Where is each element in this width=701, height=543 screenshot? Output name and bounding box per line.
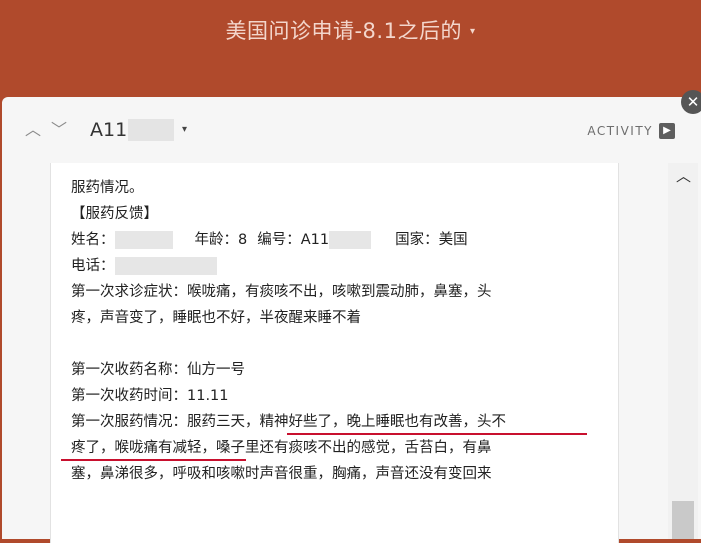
card-id[interactable]: A11: [90, 117, 127, 143]
content-text: 第一次服药情况：服药三天，精神好些了，晚上睡眠也有改善，头不: [71, 414, 506, 430]
card-id-dropdown-icon[interactable]: ▾: [182, 121, 187, 139]
activity-panel-icon: ▶: [659, 123, 675, 139]
number-label: 编号：A11: [257, 232, 330, 248]
vertical-scrollbar[interactable]: ︿: [668, 163, 698, 539]
content-line: 第一次求诊症状：喉咙痛，有痰咳不出，咳嗽到震动肺，鼻塞，头: [71, 279, 601, 305]
card-content-text: 服药情况。 【服药反馈】 姓名： 年龄：8 编号：A11 国家：美国 电话： 第一次求…: [61, 175, 601, 487]
content-line: 第一次收药时间：11.11: [71, 383, 601, 409]
content-line: 第一次服药情况：服药三天，精神好些了，晚上睡眠也有改善，头不: [71, 409, 601, 435]
board-header: 美国问诊申请-8.1之后的 ▾: [0, 0, 701, 96]
content-text: 第一次收药时间：11.11: [71, 388, 229, 404]
phone-redaction: [114, 257, 217, 275]
card-content-editor[interactable]: 服药情况。 【服药反馈】 姓名： 年龄：8 编号：A11 国家：美国 电话： 第一次求…: [50, 163, 619, 543]
card-topbar: ︿ ﹀ A11 ▾ ACTIVITY ▶: [2, 97, 701, 163]
content-text: 服药情况。: [71, 180, 144, 196]
scroll-up-icon[interactable]: ︿: [676, 169, 691, 184]
content-line: 【服药反馈】: [71, 201, 601, 227]
country-text: 国家：美国: [395, 232, 468, 248]
content-text: 第一次收药名称：仙方一号: [71, 362, 245, 378]
board-title-wrap[interactable]: 美国问诊申请-8.1之后的 ▾: [0, 14, 701, 49]
content-text: 疼了，喉咙痛有减轻，嗓子里还有痰咳不出的感觉，舌苔白，有鼻: [71, 440, 492, 456]
age-text: 年龄：8: [194, 232, 248, 248]
phone-label: 电话：: [71, 258, 115, 274]
previous-card-icon[interactable]: ︿: [24, 121, 42, 139]
board-title[interactable]: 美国问诊申请-8.1之后的: [225, 19, 461, 43]
activity-button[interactable]: ACTIVITY ▶: [587, 121, 675, 141]
content-line: 服药情况。: [71, 175, 601, 201]
content-line: 塞，鼻涕很多，呼吸和咳嗽时声音很重，胸痛，声音还没有变回来: [71, 461, 601, 487]
scrollbar-thumb[interactable]: [672, 501, 694, 539]
name-label: 姓名：: [71, 232, 115, 248]
content-line: 疼了，喉咙痛有减轻，嗓子里还有痰咳不出的感觉，舌苔白，有鼻: [61, 435, 601, 461]
info-line-name: 姓名： 年龄：8 编号：A11 国家：美国: [71, 227, 601, 253]
content-text: 疼，声音变了，睡眠也不好，半夜醒来睡不着: [71, 310, 361, 326]
board-title-dropdown-icon[interactable]: ▾: [470, 15, 476, 49]
content-text: 塞，鼻涕很多，呼吸和咳嗽时声音很重，胸痛，声音还没有变回来: [71, 466, 492, 482]
content-text: 【服药反馈】: [71, 206, 158, 222]
content-line: 第一次收药名称：仙方一号: [71, 357, 601, 383]
next-card-icon[interactable]: ﹀: [50, 121, 68, 139]
name-redaction: [114, 231, 173, 249]
card-modal: ︿ ﹀ A11 ▾ ACTIVITY ▶ 服药情况。 【服药反馈】 姓名： 年龄：…: [2, 97, 701, 543]
content-text: 第一次求诊症状：喉咙痛，有痰咳不出，咳嗽到震动肺，鼻塞，头: [71, 284, 492, 300]
card-id-redaction: [128, 119, 174, 141]
close-card-button[interactable]: ✕: [681, 90, 701, 114]
content-line: 疼，声音变了，睡眠也不好，半夜醒来睡不着: [71, 305, 601, 331]
number-redaction: [329, 231, 372, 249]
activity-label: ACTIVITY: [587, 124, 653, 138]
info-line-phone: 电话：: [71, 253, 601, 279]
